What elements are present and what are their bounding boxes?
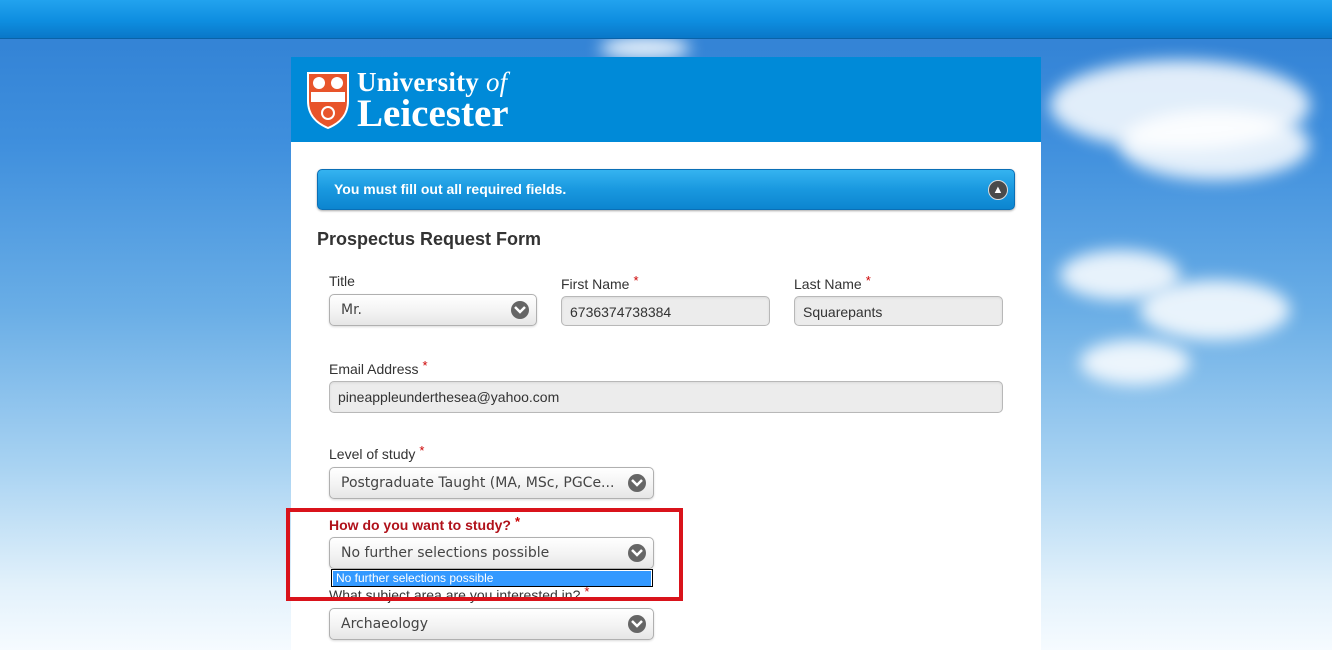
first-name-field[interactable]: 6736374738384 — [561, 296, 770, 326]
level-of-study-label: Level of study * — [329, 443, 425, 462]
university-logo[interactable]: University of Leicester — [357, 69, 509, 135]
level-of-study-value: Postgraduate Taught (MA, MSc, PGCe... — [341, 475, 615, 491]
last-name-field[interactable]: Squarepants — [794, 296, 1003, 326]
logo-word-leicester: Leicester — [357, 92, 509, 135]
email-label: Email Address * — [329, 358, 428, 377]
subject-area-select[interactable]: Archaeology — [329, 608, 654, 640]
cloud — [1140, 280, 1290, 340]
chevron-down-icon — [628, 474, 646, 492]
chevron-down-icon — [628, 615, 646, 633]
cloud — [1120, 110, 1310, 180]
email-field[interactable]: pineappleunderthesea@yahoo.com — [329, 381, 1003, 413]
title-select-value: Mr. — [341, 302, 362, 318]
cloud — [1080, 340, 1190, 385]
highlight-annotation — [286, 508, 683, 601]
title-label: Title — [329, 273, 355, 289]
site-header: University of Leicester — [291, 57, 1041, 142]
chevron-down-icon — [511, 301, 529, 319]
last-name-label: Last Name * — [794, 273, 871, 292]
university-crest-icon — [307, 72, 349, 129]
top-bar — [0, 0, 1332, 39]
alert-message: You must fill out all required fields. — [334, 181, 567, 197]
title-select[interactable]: Mr. — [329, 294, 537, 326]
warning-icon: ▲ — [988, 180, 1008, 200]
page-title: Prospectus Request Form — [317, 229, 542, 249]
first-name-label: First Name * — [561, 273, 639, 292]
level-of-study-select[interactable]: Postgraduate Taught (MA, MSc, PGCe... — [329, 467, 654, 499]
error-alert: You must fill out all required fields. ▲ — [317, 169, 1015, 210]
subject-area-value: Archaeology — [341, 616, 428, 632]
